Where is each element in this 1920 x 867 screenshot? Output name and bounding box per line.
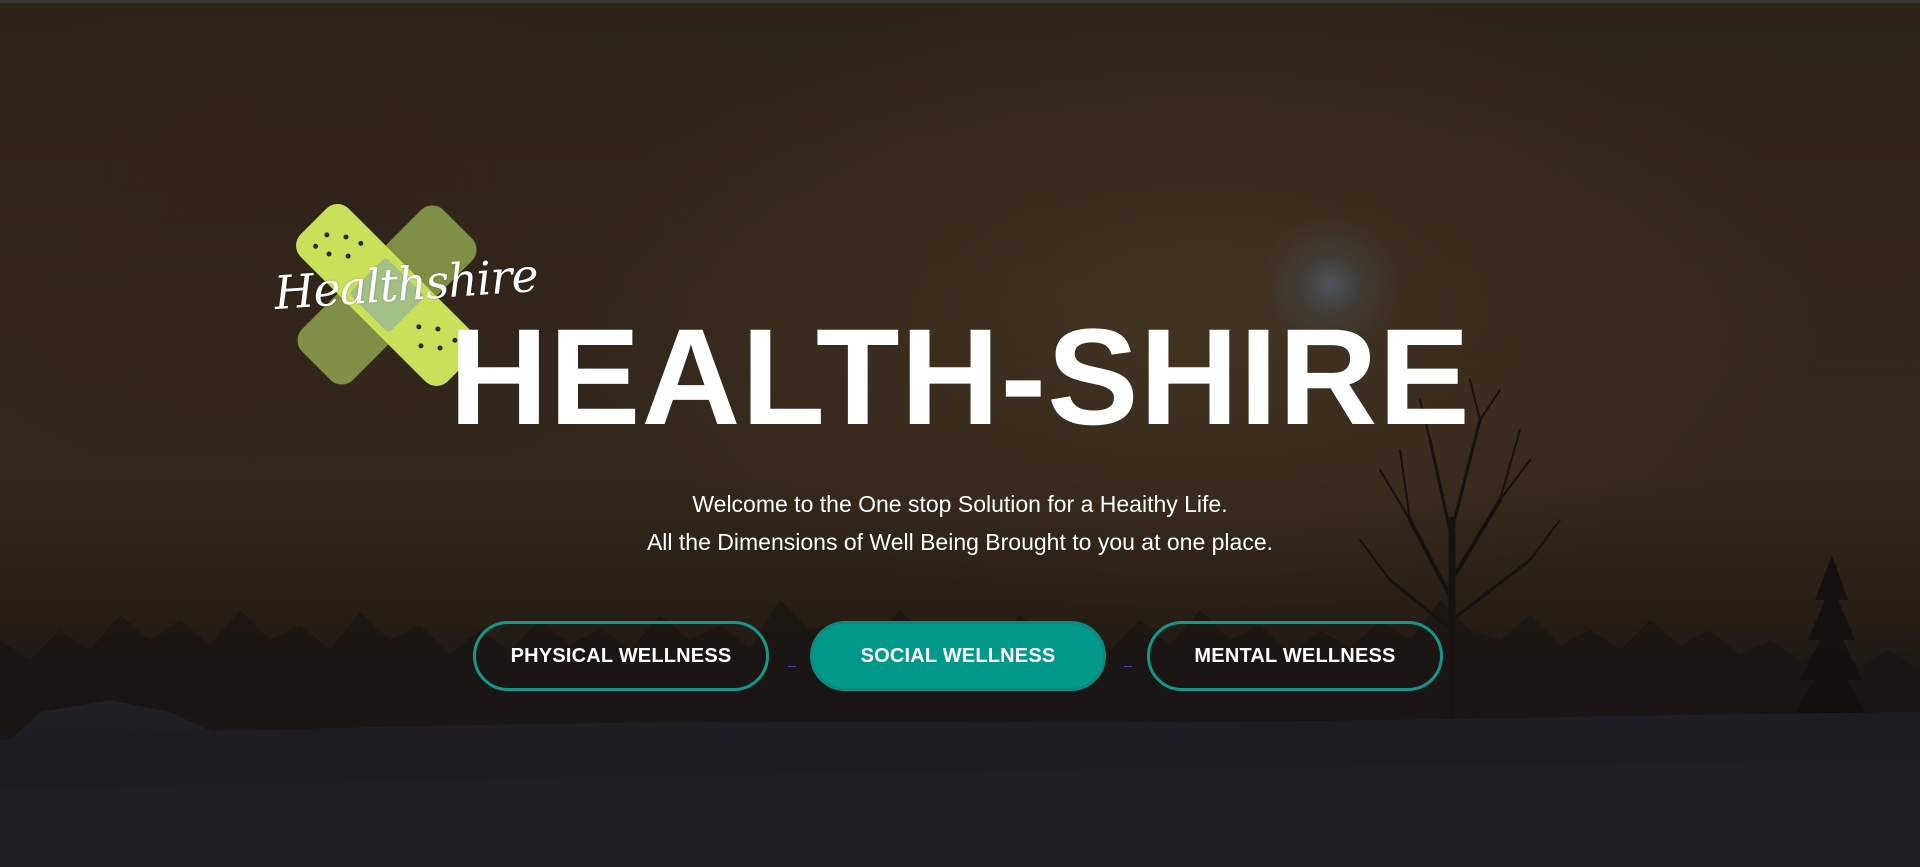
social-wellness-button[interactable]: SOCIAL WELLNESS [810,621,1106,691]
page-title: HEALTH-SHIRE [449,301,1471,454]
tagline-line-2: All the Dimensions of Well Being Brought… [646,529,1274,555]
tagline-line-1: Welcome to the One stop Solution for a H… [692,491,1228,517]
physical-wellness-button[interactable]: PHYSICAL WELLNESS [473,621,769,691]
mental-wellness-button[interactable]: MENTAL WELLNESS [1147,621,1443,691]
link-separator [1124,666,1132,667]
top-border [0,0,1920,3]
link-separator [788,666,796,667]
